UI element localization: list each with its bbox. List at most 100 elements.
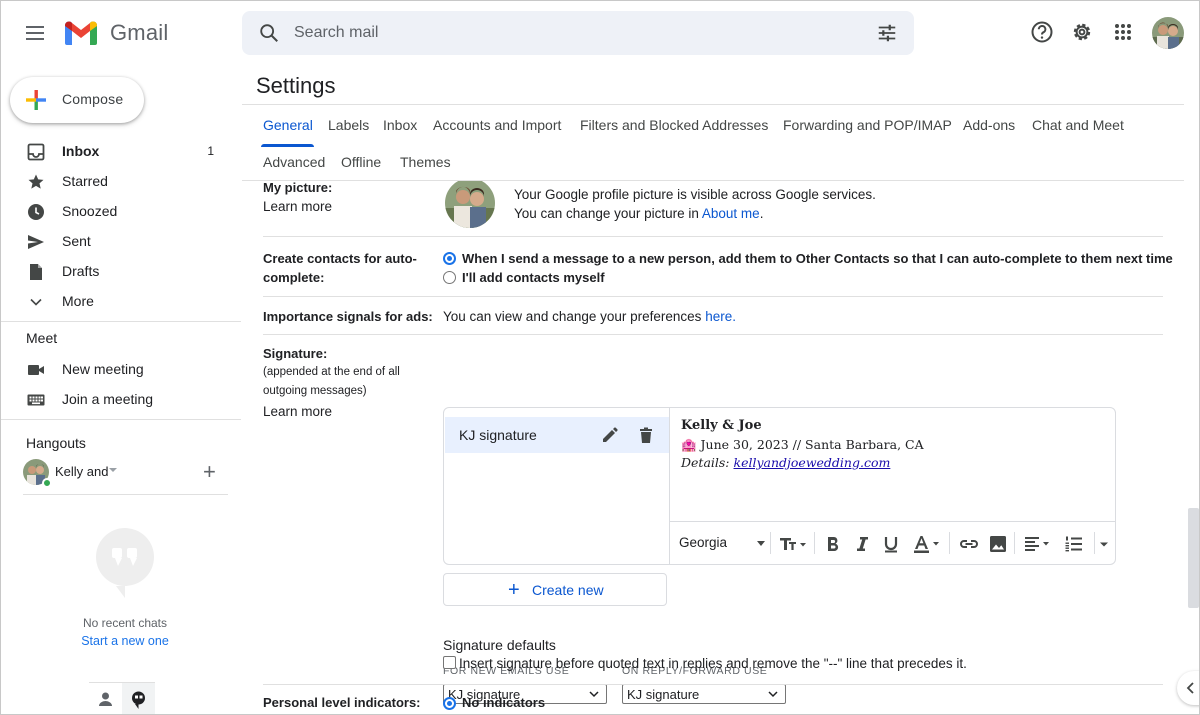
toolbar-separator [814, 532, 815, 554]
importance-signals-text: You can view and change your preferences… [443, 307, 736, 326]
insert-signature-before-label[interactable]: Insert signature before quoted text in r… [459, 656, 967, 671]
gear-icon[interactable] [1068, 18, 1096, 46]
sidebar-item-sent[interactable]: Sent [1, 226, 241, 256]
sidebar-item-join-meeting[interactable]: Join a meeting [1, 384, 241, 414]
tab-general[interactable]: General [263, 117, 313, 133]
chat-quote-icon [96, 528, 154, 598]
conversations-tab[interactable] [122, 683, 155, 714]
main-menu-button[interactable] [21, 19, 49, 47]
importance-here-link[interactable]: here [705, 309, 732, 324]
tab-advanced[interactable]: Advanced [263, 154, 325, 170]
create-new-label: Create new [532, 582, 604, 598]
video-icon [28, 365, 44, 375]
insert-image-icon[interactable] [988, 534, 1008, 554]
compose-button[interactable]: Compose [10, 77, 144, 123]
search-bar[interactable] [242, 11, 914, 55]
formatting-toolbar: Georgia [670, 521, 1115, 564]
sidebar-item-label: Sent [62, 233, 91, 249]
tab-labels[interactable]: Labels [328, 117, 369, 133]
vertical-scrollbar[interactable] [1188, 508, 1199, 608]
underline-icon[interactable] [882, 534, 900, 554]
font-family-value: Georgia [679, 535, 728, 550]
account-avatar[interactable] [1152, 17, 1184, 49]
reply-forward-signature-select[interactable]: KJ signature [622, 684, 786, 704]
sidebar: Compose Inbox 1 Starred Snoozed Sent Dra… [1, 63, 241, 714]
sidebar-item-label: Snoozed [62, 203, 118, 219]
more-formatting-caret-icon[interactable] [1098, 534, 1110, 554]
help-icon[interactable] [1028, 18, 1056, 46]
tab-chat-and-meet[interactable]: Chat and Meet [1032, 117, 1124, 133]
side-panel-toggle[interactable] [1177, 671, 1199, 705]
tab-offline[interactable]: Offline [341, 154, 381, 170]
sidebar-item-snoozed[interactable]: Snoozed [1, 196, 241, 226]
importance-suffix: . [732, 309, 736, 324]
compose-label: Compose [62, 91, 124, 107]
create-contacts-label-line2: complete: [263, 270, 325, 285]
tab-forwarding[interactable]: Forwarding and POP/IMAP [783, 117, 952, 133]
chat-bottom-tabs [89, 683, 155, 714]
no-recent-chats-text: No recent chats [82, 616, 168, 630]
row-divider [263, 296, 1163, 297]
add-icon: + [508, 579, 520, 601]
toolbar-separator [770, 532, 771, 554]
my-picture-learn-more-link[interactable]: Learn more [263, 197, 332, 216]
chevron-down-icon [589, 691, 599, 698]
signature-editor-box: KJ signature Kelly & Joe 🏩 June 30, 2023… [443, 407, 1116, 565]
add-chat-icon[interactable]: + [203, 461, 216, 483]
start-new-chat-link[interactable]: Start a new one [1, 634, 249, 648]
insert-signature-before-checkbox[interactable] [443, 656, 456, 669]
no-indicators-label[interactable]: No indicators [462, 695, 545, 710]
signature-list-item[interactable]: KJ signature [445, 417, 669, 453]
manual-contacts-label[interactable]: I'll add contacts myself [462, 270, 605, 285]
keyboard-icon [27, 394, 45, 406]
align-icon[interactable] [1023, 534, 1055, 554]
tab-inbox[interactable]: Inbox [383, 117, 417, 133]
manual-contacts-radio[interactable] [443, 271, 456, 284]
tab-themes[interactable]: Themes [400, 154, 451, 170]
link-icon[interactable] [958, 534, 980, 554]
sidebar-item-starred[interactable]: Starred [1, 166, 241, 196]
hangouts-status-caret-icon[interactable] [109, 468, 117, 472]
no-indicators-radio[interactable] [443, 697, 456, 710]
hangouts-contact-row[interactable]: Kelly and + [23, 459, 228, 489]
auto-add-contacts-label[interactable]: When I send a message to a new person, a… [462, 251, 1173, 266]
text-color-icon[interactable] [912, 534, 942, 554]
contacts-tab[interactable] [89, 683, 122, 714]
text-size-icon[interactable] [778, 534, 810, 554]
trash-icon[interactable] [637, 426, 655, 444]
sidebar-item-drafts[interactable]: Drafts [1, 256, 241, 286]
row-divider [263, 236, 1163, 237]
active-tab-indicator [261, 144, 314, 147]
tab-filters[interactable]: Filters and Blocked Addresses [580, 117, 768, 133]
top-bar: Gmail [1, 1, 1199, 63]
font-family-select[interactable]: Georgia [679, 535, 765, 550]
sidebar-item-more[interactable]: More [1, 286, 241, 316]
compose-plus-icon [26, 90, 46, 110]
meet-section-title: Meet [26, 330, 58, 346]
profile-picture-info: Your Google profile picture is visible a… [514, 187, 876, 202]
tab-accounts-and-import[interactable]: Accounts and Import [433, 117, 561, 133]
sidebar-item-label: New meeting [62, 361, 144, 377]
italic-icon[interactable] [853, 534, 871, 554]
signature-learn-more-link[interactable]: Learn more [263, 402, 332, 421]
apps-grid-icon[interactable] [1109, 18, 1137, 46]
hangouts-contact-name[interactable]: Kelly and [55, 464, 108, 479]
signature-name: KJ signature [459, 427, 537, 443]
about-me-link[interactable]: About me [702, 206, 760, 221]
numbered-list-icon[interactable] [1064, 534, 1084, 554]
create-new-signature-button[interactable]: + Create new [443, 573, 667, 606]
search-input[interactable] [294, 21, 854, 45]
gmail-brand-name: Gmail [110, 20, 169, 45]
sidebar-item-new-meeting[interactable]: New meeting [1, 354, 241, 384]
search-icon[interactable] [258, 22, 280, 44]
settings-main: Settings General Labels Inbox Accounts a… [242, 63, 1199, 714]
search-options-icon[interactable] [876, 22, 898, 44]
bold-icon[interactable] [824, 534, 842, 554]
sidebar-item-inbox[interactable]: Inbox 1 [1, 136, 241, 166]
pencil-icon[interactable] [601, 426, 619, 444]
signature-website-link[interactable]: kellyandjoewedding.com [734, 455, 891, 470]
auto-add-contacts-radio[interactable] [443, 252, 456, 265]
importance-text: You can view and change your preferences [443, 309, 706, 324]
signature-text-editor[interactable]: Kelly & Joe 🏩 June 30, 2023 // Santa Bar… [670, 408, 1115, 520]
tab-add-ons[interactable]: Add-ons [963, 117, 1015, 133]
